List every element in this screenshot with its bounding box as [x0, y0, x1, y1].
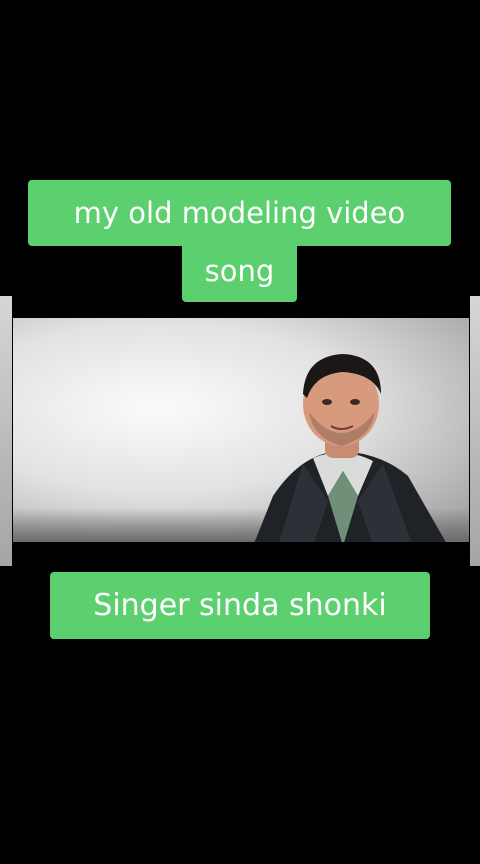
caption-line-2: song	[182, 241, 297, 302]
adjacent-video-left	[0, 296, 12, 566]
caption-line-1: my old modeling video	[28, 180, 451, 246]
video-frame[interactable]	[13, 318, 469, 542]
adjacent-video-right	[470, 296, 480, 566]
caption-singer: Singer sinda shonki	[50, 572, 430, 639]
person-in-video-icon	[254, 354, 446, 542]
video-screen[interactable]: my old modeling video song Singer sinda …	[0, 0, 480, 864]
